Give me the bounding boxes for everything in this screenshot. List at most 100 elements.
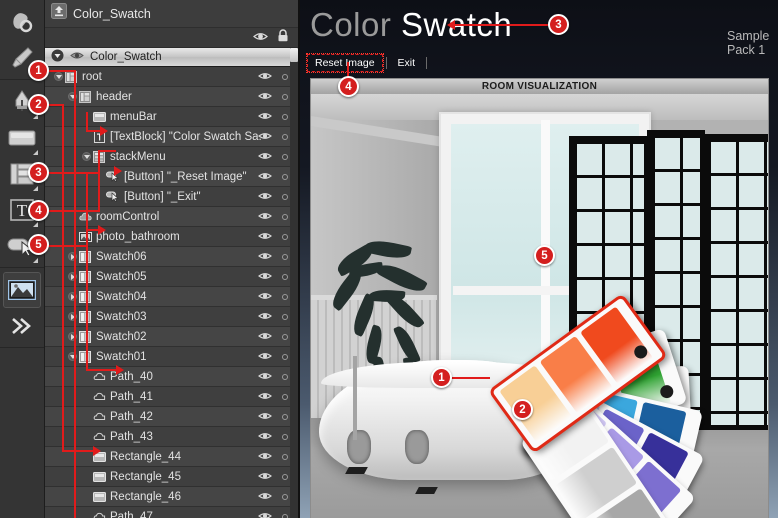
twisty-right-icon[interactable] xyxy=(67,291,78,302)
lock-toggle-icon[interactable] xyxy=(282,174,288,180)
tool-overflow-corner xyxy=(33,258,38,263)
tree-row[interactable]: Swatch01 xyxy=(45,347,298,367)
lock-toggle-icon[interactable] xyxy=(282,254,288,260)
image-tool-icon[interactable] xyxy=(3,272,41,308)
eye-icon[interactable] xyxy=(258,211,272,224)
conn-3-h xyxy=(48,172,100,174)
lock-toggle-icon[interactable] xyxy=(282,74,288,80)
tree-row[interactable]: Path_40 xyxy=(45,367,298,387)
lock-toggle-icon[interactable] xyxy=(282,234,288,240)
tree-scrollbar[interactable] xyxy=(290,48,298,518)
eye-icon[interactable] xyxy=(258,471,272,484)
tree-row[interactable]: Path_42 xyxy=(45,407,298,427)
color-swatch-fan[interactable] xyxy=(431,270,751,518)
lock-toggle-icon[interactable] xyxy=(282,194,288,200)
export-icon[interactable] xyxy=(51,3,67,24)
lock-toggle-icon[interactable] xyxy=(282,454,288,460)
eye-icon[interactable] xyxy=(258,231,272,244)
eye-icon[interactable] xyxy=(258,71,272,84)
eye-icon[interactable] xyxy=(258,271,272,284)
bathroom-photo[interactable] xyxy=(311,94,768,518)
tree-scrollbar-thumb[interactable] xyxy=(290,48,298,62)
eye-icon[interactable] xyxy=(70,50,84,64)
twisty-placeholder xyxy=(81,431,92,442)
lock-toggle-icon[interactable] xyxy=(282,434,288,440)
more-tools-icon[interactable] xyxy=(4,309,40,343)
eye-icon[interactable] xyxy=(258,251,272,264)
tree-row[interactable]: header xyxy=(45,87,298,107)
tree-row-label: [Button] "_Exit" xyxy=(124,190,201,203)
eye-icon[interactable] xyxy=(258,451,272,464)
twisty-right-icon[interactable] xyxy=(67,331,78,342)
lock-toggle-icon[interactable] xyxy=(282,394,288,400)
twisty-right-icon[interactable] xyxy=(67,251,78,262)
eye-icon[interactable] xyxy=(258,391,272,404)
toolbar-group-media xyxy=(0,268,44,348)
eye-icon[interactable] xyxy=(258,351,272,364)
lock-toggle-icon[interactable] xyxy=(282,354,288,360)
pan-tool-icon[interactable] xyxy=(4,5,40,39)
twisty-down-icon[interactable] xyxy=(67,351,78,362)
tree-row[interactable]: Swatch06 xyxy=(45,247,298,267)
lock-toggle-icon[interactable] xyxy=(282,114,288,120)
twisty-right-icon[interactable] xyxy=(67,271,78,282)
tree-row[interactable]: menuBar xyxy=(45,107,298,127)
lock-toggle-icon[interactable] xyxy=(282,494,288,500)
eye-icon[interactable] xyxy=(258,171,272,184)
lock-toggle-icon[interactable] xyxy=(282,274,288,280)
twisty-down-icon[interactable] xyxy=(53,71,64,82)
eye-icon[interactable] xyxy=(258,291,272,304)
lock-toggle-icon[interactable] xyxy=(282,474,288,480)
eye-icon[interactable] xyxy=(258,431,272,444)
exit-button[interactable]: Exit xyxy=(391,55,423,71)
eye-icon[interactable] xyxy=(258,191,272,204)
lock-icon[interactable] xyxy=(277,28,289,47)
tree-row[interactable]: Rectangle_46 xyxy=(45,487,298,507)
eye-icon[interactable] xyxy=(258,151,272,164)
tree-row[interactable]: Swatch03 xyxy=(45,307,298,327)
tree-row[interactable]: Swatch05 xyxy=(45,267,298,287)
tree-row[interactable]: [Button] "_Exit" xyxy=(45,187,298,207)
tree-row[interactable]: stackMenu xyxy=(45,147,298,167)
twisty-down-icon[interactable] xyxy=(67,91,78,102)
eye-icon[interactable] xyxy=(258,131,272,144)
rectangle-tool-icon[interactable] xyxy=(4,121,40,155)
lock-toggle-icon[interactable] xyxy=(282,294,288,300)
lock-toggle-icon[interactable] xyxy=(282,514,288,518)
eye-icon[interactable] xyxy=(258,511,272,518)
twisty-right-icon[interactable] xyxy=(67,311,78,322)
eye-icon[interactable] xyxy=(253,29,268,47)
tree-row[interactable]: photo_bathroom xyxy=(45,227,298,247)
tree-row[interactable]: root xyxy=(45,67,298,87)
tree-row[interactable]: Rectangle_45 xyxy=(45,467,298,487)
lock-toggle-icon[interactable] xyxy=(282,314,288,320)
lock-toggle-icon[interactable] xyxy=(282,154,288,160)
eye-icon[interactable] xyxy=(258,491,272,504)
tree-row-label: Path_43 xyxy=(110,430,153,443)
tree-row[interactable]: [Button] "_Reset Image" xyxy=(45,167,298,187)
eye-icon[interactable] xyxy=(258,411,272,424)
conn-4-v xyxy=(98,172,100,212)
breadcrumb[interactable]: Color_Swatch xyxy=(45,48,298,67)
chevron-down-icon[interactable] xyxy=(51,49,64,65)
tree-row[interactable]: Path_41 xyxy=(45,387,298,407)
eye-icon[interactable] xyxy=(258,331,272,344)
image-caption: ROOM VISUALIZATION xyxy=(311,79,768,94)
reset-image-button[interactable]: Reset Image xyxy=(306,53,384,73)
lock-toggle-icon[interactable] xyxy=(282,94,288,100)
lock-toggle-icon[interactable] xyxy=(282,374,288,380)
lock-toggle-icon[interactable] xyxy=(282,214,288,220)
lock-toggle-icon[interactable] xyxy=(282,334,288,340)
eye-icon[interactable] xyxy=(258,111,272,124)
tree-row[interactable]: Path_47 xyxy=(45,507,298,518)
tree-row[interactable]: [TextBlock] "Color Swatch Sa. xyxy=(45,127,298,147)
tree-row[interactable]: Path_43 xyxy=(45,427,298,447)
lock-toggle-icon[interactable] xyxy=(282,414,288,420)
eye-icon[interactable] xyxy=(258,371,272,384)
twisty-down-icon[interactable] xyxy=(81,151,92,162)
eye-icon[interactable] xyxy=(258,311,272,324)
tree-row[interactable]: Swatch04 xyxy=(45,287,298,307)
tree-row[interactable]: Swatch02 xyxy=(45,327,298,347)
lock-toggle-icon[interactable] xyxy=(282,134,288,140)
eye-icon[interactable] xyxy=(258,91,272,104)
